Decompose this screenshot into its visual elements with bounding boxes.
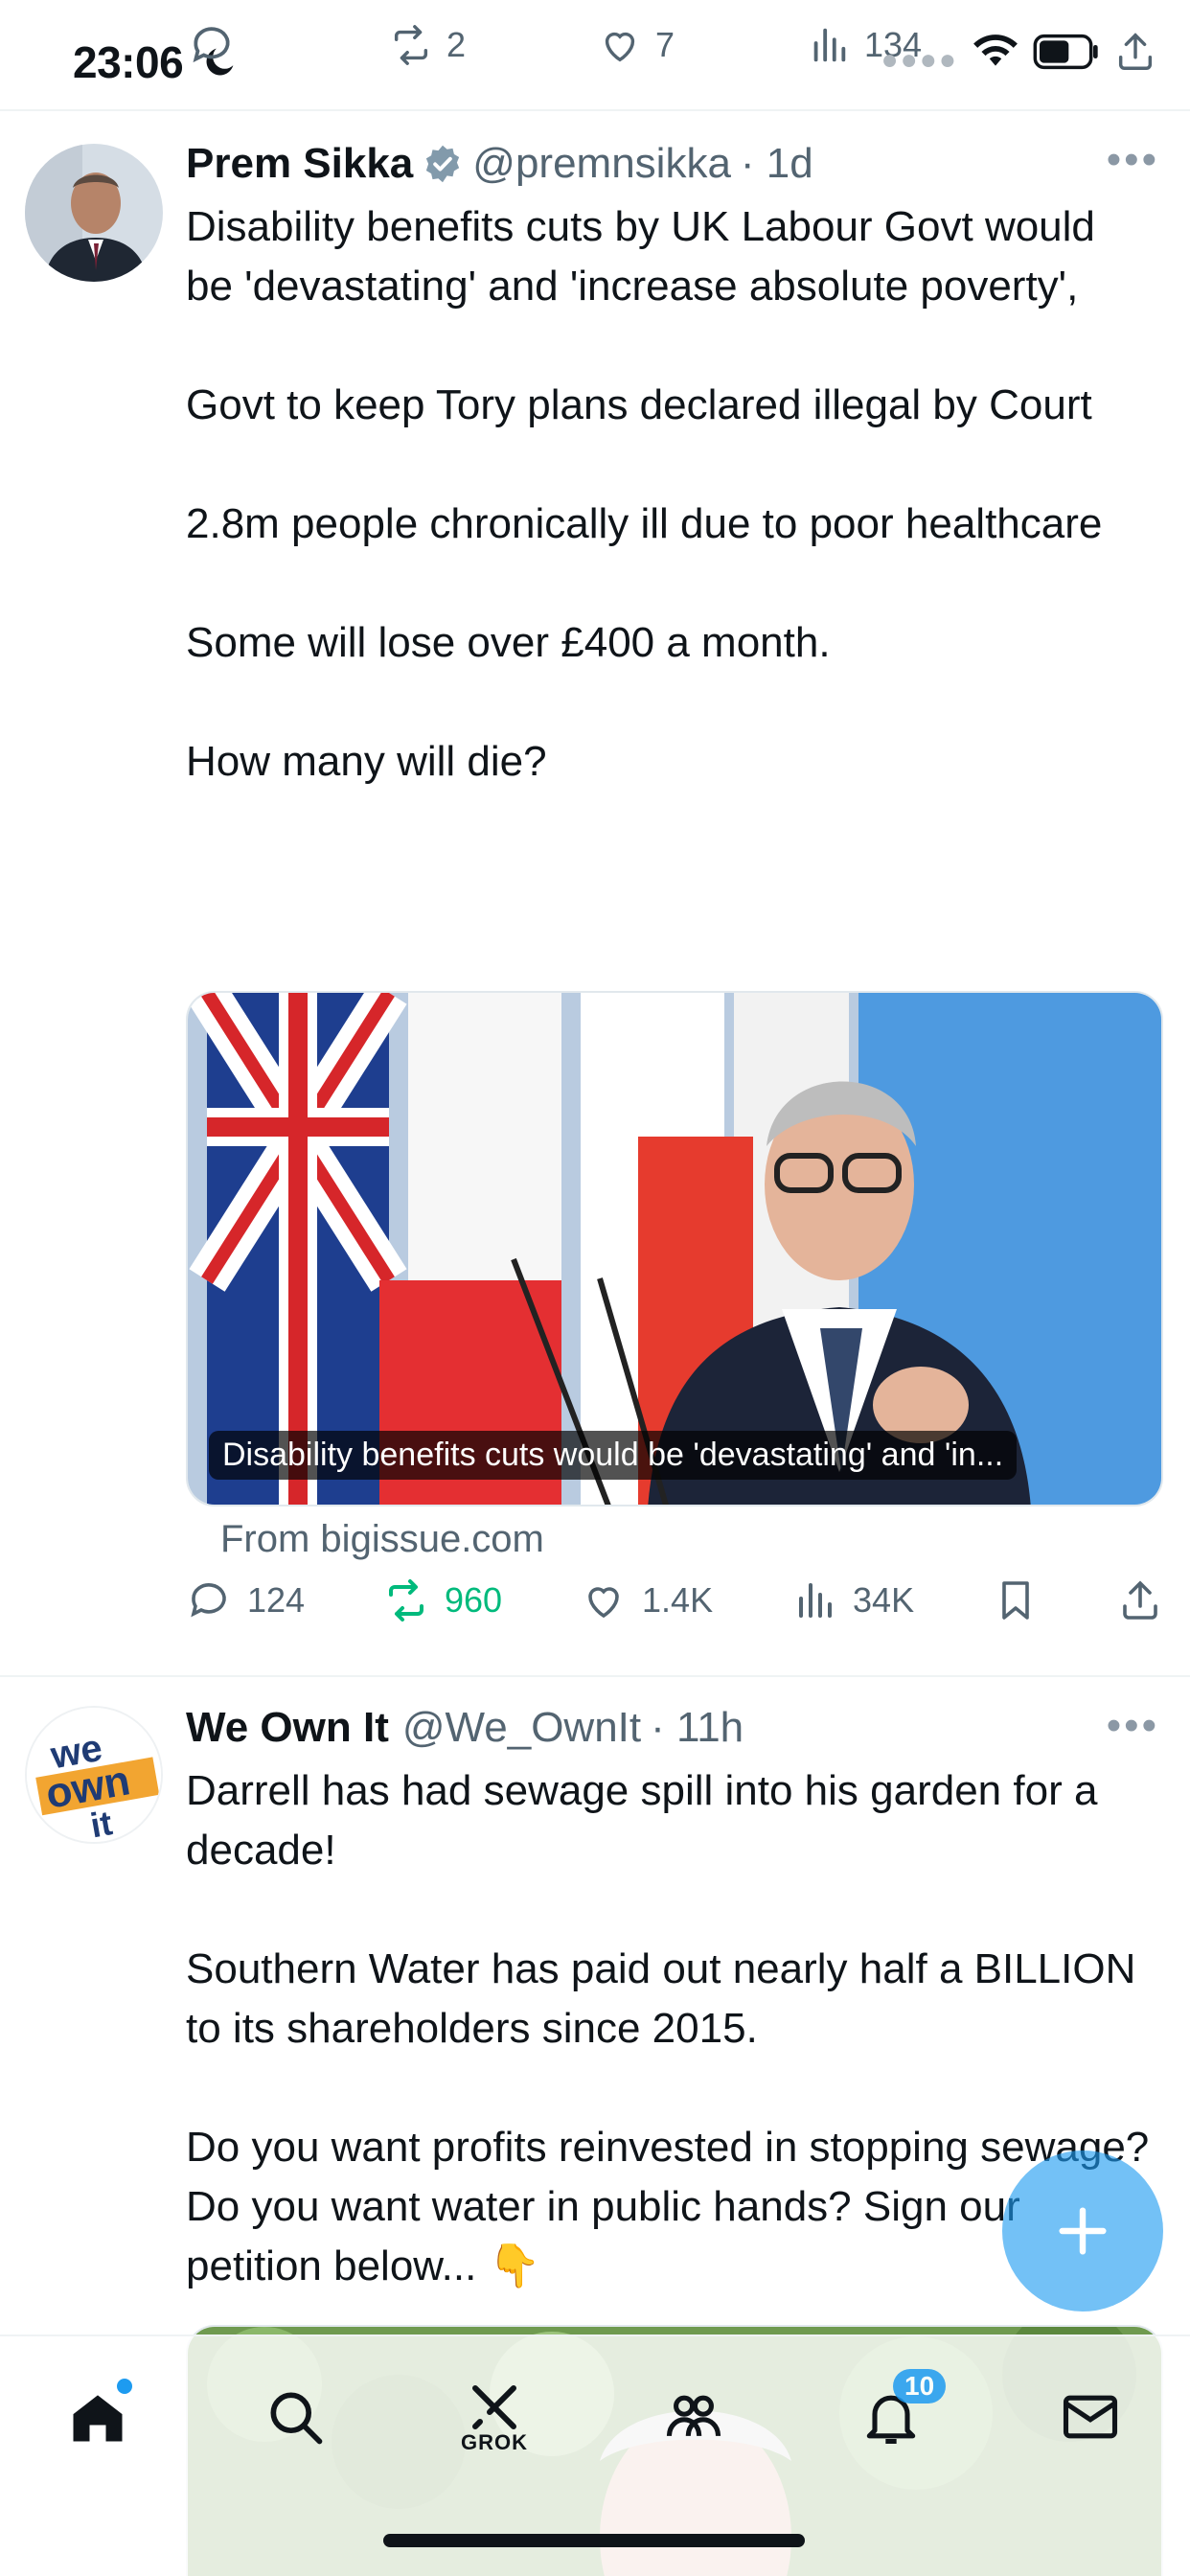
mail-icon (1063, 2395, 1118, 2439)
like-action[interactable]: 7 (598, 23, 675, 67)
grok-icon (472, 2385, 516, 2429)
tweet-header: We Own It @We_OwnIt · 11h (186, 1704, 744, 1752)
nav-communities[interactable] (655, 2379, 732, 2455)
tweet-time: · 11h (651, 1704, 744, 1751)
share-icon (1123, 1580, 1157, 1620)
retweet-count: 2 (446, 25, 467, 64)
verified-badge-icon (426, 145, 460, 183)
retweet-icon (394, 25, 428, 65)
author-handle[interactable]: @We_OwnIt (402, 1704, 641, 1752)
retweet-count: 960 (445, 1580, 503, 1620)
plus-icon (1059, 2207, 1107, 2255)
bookmark-icon (1002, 1581, 1029, 1620)
views-action[interactable]: 34K (791, 1577, 914, 1623)
reply-action[interactable]: 124 (186, 1577, 305, 1623)
tweet-text: Disability benefits cuts by UK Labour Go… (186, 203, 1103, 785)
reply-icon (191, 1583, 226, 1618)
tweet-time: · 1d (740, 140, 813, 187)
system-icons: ●●●● (881, 27, 1157, 77)
wifi-icon (973, 34, 1018, 66)
heart-icon (588, 1587, 619, 1619)
share-action[interactable] (1117, 1577, 1163, 1623)
compose-button[interactable] (1002, 2150, 1163, 2312)
more-options-icon[interactable]: ••• (1107, 1702, 1159, 1750)
retweet-action[interactable]: 2 (389, 23, 466, 67)
like-count: 7 (655, 25, 675, 64)
more-options-icon[interactable]: ••• (1107, 136, 1159, 184)
communities-icon (666, 2395, 721, 2437)
views-count: 34K (853, 1580, 915, 1620)
reply-count: 124 (247, 1580, 306, 1620)
grok-label: GROK (461, 2430, 528, 2454)
heart-icon (605, 32, 635, 62)
tweet-header: Prem Sikka @premnsikka · 1d (186, 140, 813, 188)
notifications-badge: 10 (893, 2369, 947, 2404)
card-image (188, 993, 1161, 1505)
status-time: 23:06 (73, 37, 184, 87)
share-icon[interactable] (1113, 30, 1157, 74)
author-name[interactable]: We Own It (186, 1704, 389, 1752)
search-icon (270, 2392, 323, 2445)
link-card[interactable]: Disability benefits cuts would be 'devas… (186, 991, 1163, 1506)
nav-search[interactable] (257, 2379, 333, 2455)
nav-grok[interactable]: GROK (456, 2379, 533, 2455)
unread-dot (117, 2379, 132, 2394)
like-action[interactable]: 1.4K (581, 1577, 713, 1623)
tweet-actions: 124 960 1.4K 34K (186, 1577, 1163, 1623)
author-handle[interactable]: @premnsikka (472, 140, 731, 188)
card-caption: Disability benefits cuts would be 'devas… (209, 1431, 1018, 1480)
retweet-icon (389, 1579, 424, 1622)
battery-icon (1033, 34, 1098, 70)
signal-dots-icon: ●●●● (881, 44, 958, 76)
tweet-prem-sikka[interactable]: Prem Sikka @premnsikka · 1d ••• Disabili… (0, 111, 1190, 1675)
retweet-action[interactable]: 960 (383, 1577, 502, 1623)
views-icon (799, 1583, 833, 1618)
bookmark-action[interactable] (993, 1577, 1039, 1623)
nav-notifications[interactable]: 10 (853, 2369, 947, 2455)
nav-home[interactable] (59, 2379, 136, 2455)
status-bar: 23:06 2 7 134 ●●●● (0, 0, 1190, 111)
avatar[interactable] (25, 144, 163, 282)
author-name[interactable]: Prem Sikka (186, 140, 413, 188)
views-icon (813, 28, 846, 62)
avatar[interactable]: we own it (25, 1706, 163, 1844)
like-count: 1.4K (642, 1580, 714, 1620)
card-source[interactable]: From bigissue.com (220, 1518, 544, 1561)
home-icon (73, 2395, 123, 2442)
nav-messages[interactable] (1052, 2379, 1129, 2455)
reply-icon[interactable] (188, 21, 236, 69)
home-indicator (383, 2534, 805, 2547)
